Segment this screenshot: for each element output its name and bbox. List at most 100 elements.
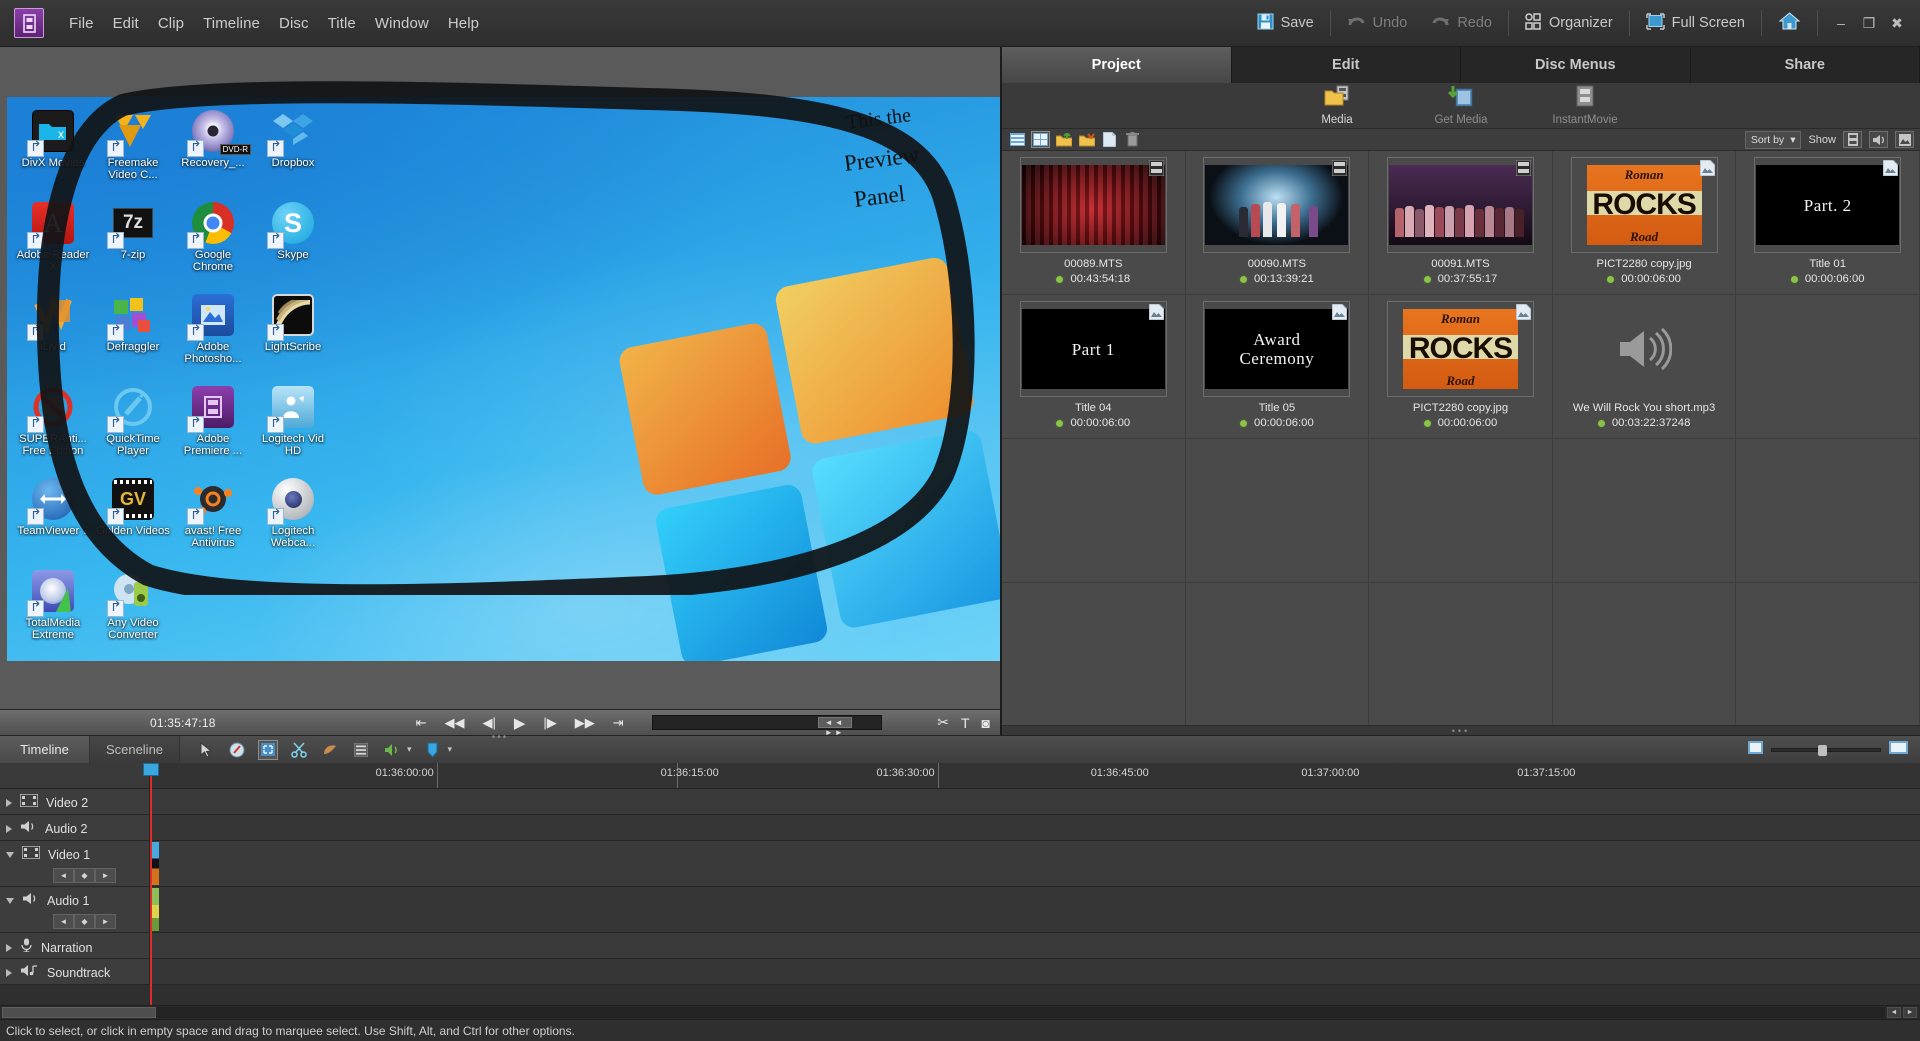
timeline-track-audio-1[interactable]: Audio 1 ◄ ◆ ► (0, 887, 1920, 933)
track-header[interactable]: Audio 2 (0, 815, 150, 840)
add-text-icon[interactable]: T (961, 715, 970, 731)
media-grid-empty-cell[interactable] (1002, 439, 1186, 583)
desktop-icon-premiere[interactable]: Adobe Premiere ... (173, 379, 253, 471)
tab-disc-menus[interactable]: Disc Menus (1461, 47, 1691, 83)
playhead-handle[interactable] (143, 763, 159, 776)
undo-button[interactable]: Undo (1335, 9, 1420, 38)
media-grid-empty-cell[interactable] (1186, 583, 1370, 725)
subtab-instantmovie[interactable]: InstantMovie (1541, 85, 1629, 126)
new-folder-icon[interactable] (1054, 131, 1073, 148)
audio-filter-icon[interactable] (1869, 131, 1888, 148)
desktop-icon-ilivid[interactable]: iLivid (13, 287, 93, 379)
monitor-timecode[interactable]: 01:35:47:18 (150, 716, 216, 730)
redo-button[interactable]: Redo (1419, 9, 1504, 38)
media-grid-empty-cell[interactable] (1736, 295, 1920, 439)
clip-properties-icon[interactable] (227, 740, 247, 760)
freeze-frame-icon[interactable]: ◙ (982, 715, 990, 731)
media-grid-empty-cell[interactable] (1552, 439, 1737, 583)
panel-resize-grip[interactable]: ••• (492, 732, 509, 743)
desktop-icon-recovery[interactable]: DVD-R Recovery_... (173, 103, 253, 195)
keyframe-next-button[interactable]: ► (95, 868, 116, 883)
save-button[interactable]: Save (1245, 8, 1326, 39)
timeline-track-soundtrack[interactable]: Soundtrack (0, 959, 1920, 985)
desktop-icon-freemake[interactable]: Freemake Video C... (93, 103, 173, 195)
track-lane[interactable] (150, 841, 1920, 886)
media-grid-empty-cell[interactable] (1553, 583, 1737, 725)
step-forward-icon[interactable]: |▶ (543, 715, 556, 731)
expand-triangle-icon[interactable] (6, 943, 12, 952)
fast-forward-icon[interactable]: ▶▶ (575, 715, 595, 731)
scrollbar-track[interactable] (2, 1007, 1885, 1018)
fit-to-window-icon[interactable] (258, 739, 278, 760)
media-item[interactable]: Roman ROCKS Road PICT2280 copy.jpg 00:00… (1369, 295, 1553, 439)
track-header[interactable]: Audio 1 ◄ ◆ ► (0, 887, 150, 932)
marker-caret-icon[interactable]: ▾ (448, 744, 453, 755)
keyframe-prev-button[interactable]: ◄ (53, 868, 74, 883)
timeline-track-video-1[interactable]: Video 1 ◄ ◆ ► (0, 841, 1920, 887)
media-grid-empty-cell[interactable] (1369, 439, 1553, 583)
expand-triangle-icon[interactable] (6, 799, 12, 807)
desktop-icon-adobe-reader[interactable]: A Adobe Reader X (13, 195, 93, 287)
menu-edit[interactable]: Edit (104, 11, 148, 36)
media-grid-empty-cell[interactable] (1736, 439, 1920, 583)
menu-title[interactable]: Title (319, 11, 365, 36)
track-lane[interactable] (150, 959, 1920, 984)
grid-view-icon[interactable] (1031, 131, 1050, 148)
desktop-icon-skype[interactable]: S Skype (253, 195, 333, 287)
new-item-icon[interactable] (1100, 131, 1119, 148)
media-item[interactable]: Award Ceremony Title 05 00:00:06:00 (1185, 295, 1370, 439)
desktop-icon-photoshop[interactable]: Adobe Photosho... (173, 287, 253, 379)
expand-triangle-icon[interactable] (6, 969, 12, 977)
audio-meter-caret-icon[interactable]: ▾ (407, 744, 412, 755)
timeline-track-video-2[interactable]: Video 2 (0, 789, 1920, 815)
timeline-track-narration[interactable]: Narration (0, 933, 1920, 959)
desktop-icon-7zip[interactable]: 7z 7-zip (93, 195, 173, 287)
menu-timeline[interactable]: Timeline (194, 11, 269, 36)
track-header[interactable]: Video 2 (0, 789, 150, 814)
ruler-scale[interactable]: 01:36:00:00 01:36:15:00 01:36:30:00 01:3… (150, 763, 1920, 788)
zoom-out-icon[interactable] (1748, 740, 1763, 759)
video-filter-icon[interactable] (1843, 131, 1862, 148)
desktop-icon-teamviewer[interactable]: TeamViewer 7 (13, 471, 93, 563)
desktop-icon-logitech-webcam[interactable]: Logitech Webca... (253, 471, 333, 563)
collapse-triangle-icon[interactable] (6, 852, 14, 858)
desktop-icon-golden-videos[interactable]: GV Golden Videos (93, 471, 173, 563)
timeline-horizontal-scrollbar[interactable]: ◄ ► (0, 1005, 1920, 1019)
close-button[interactable]: ✖ (1884, 11, 1910, 35)
desktop-icon-logitech-vid[interactable]: Logitech Vid HD (253, 379, 333, 471)
media-grid-empty-cell[interactable] (1002, 583, 1186, 725)
media-item[interactable]: 00090.MTS 00:13:39:21 (1185, 151, 1370, 295)
split-clip-icon[interactable]: ✂ (937, 714, 949, 731)
media-grid-empty-cell[interactable] (1185, 439, 1370, 583)
scrollbar-thumb[interactable] (2, 1007, 156, 1018)
monitor-scrub-bar[interactable]: ◄◄ ►► (651, 715, 882, 737)
keyframe-prev-button[interactable]: ◄ (53, 914, 74, 929)
minimize-button[interactable]: – (1828, 11, 1854, 35)
track-lane[interactable] (150, 887, 1920, 932)
marker-icon[interactable] (423, 740, 443, 760)
track-header[interactable]: Narration (0, 933, 150, 958)
open-folder-icon[interactable] (1077, 131, 1096, 148)
set-out-point-icon[interactable]: ⇥ (613, 715, 624, 731)
zoom-slider[interactable] (1771, 744, 1881, 756)
zoom-slider-knob[interactable] (1818, 744, 1827, 756)
project-panel-resize-grip[interactable]: ••• (1002, 725, 1920, 736)
rewind-icon[interactable]: ◀◀ (445, 715, 465, 731)
menu-help[interactable]: Help (439, 11, 488, 36)
set-in-point-icon[interactable]: ⇤ (416, 715, 427, 731)
desktop-icon-dropbox[interactable]: Dropbox (253, 103, 333, 195)
desktop-icon-defraggler[interactable]: Defraggler (93, 287, 173, 379)
image-filter-icon[interactable] (1895, 131, 1914, 148)
audio-meter-icon[interactable] (382, 740, 402, 760)
track-header[interactable]: Video 1 ◄ ◆ ► (0, 841, 150, 886)
media-grid-empty-cell[interactable] (1369, 583, 1553, 725)
playhead-ruler[interactable] (143, 763, 159, 789)
track-header[interactable]: Soundtrack (0, 959, 150, 984)
desktop-icon-totalmedia[interactable]: TotalMedia Extreme (13, 563, 93, 655)
media-item[interactable]: Roman ROCKS Road PICT2280 copy.jpg 00:00… (1552, 151, 1737, 295)
track-lane[interactable] (150, 815, 1920, 840)
timeline-track-audio-2[interactable]: Audio 2 (0, 815, 1920, 841)
subtab-get-media[interactable]: Get Media (1417, 85, 1505, 126)
play-icon[interactable]: ▶ (514, 714, 526, 732)
desktop-icon-lightscribe[interactable]: LightScribe (253, 287, 333, 379)
